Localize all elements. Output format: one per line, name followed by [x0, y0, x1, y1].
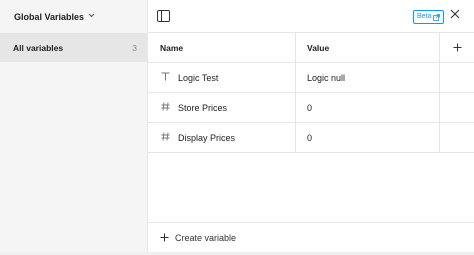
variable-name: Logic Test [178, 72, 219, 83]
table-row[interactable]: Store Prices 0 [148, 93, 474, 123]
table-row[interactable]: Display Prices 0 [148, 123, 474, 153]
variable-value: 0 [307, 132, 313, 143]
external-link-icon [433, 13, 441, 21]
variable-name: Display Prices [178, 132, 236, 143]
table-header-row: Name Value [148, 33, 474, 63]
beta-label: Beta [417, 13, 432, 20]
sidebar-item-all-variables[interactable]: All variables 3 [0, 33, 147, 62]
table-row[interactable]: Logic Test Logic null [148, 63, 474, 93]
variable-name: Store Prices [178, 102, 228, 113]
variables-table-panel: Beta Name Value Logic Test Logic null St… [148, 0, 474, 252]
toggle-sidebar-icon[interactable] [157, 10, 170, 22]
variable-count: 3 [132, 42, 137, 53]
variable-name-cell[interactable]: Logic Test [148, 63, 296, 92]
column-header-name[interactable]: Name [148, 33, 296, 62]
add-mode-button[interactable] [440, 33, 474, 62]
variable-name-cell[interactable]: Display Prices [148, 123, 296, 152]
create-variable-label: Create variable [175, 232, 237, 243]
number-icon [160, 131, 170, 144]
column-header-value[interactable]: Value [296, 33, 440, 62]
beta-badge[interactable]: Beta [413, 10, 445, 24]
variable-value-cell[interactable]: Logic null [296, 63, 440, 92]
collection-selector[interactable]: Global Variables [0, 0, 147, 33]
toolbar: Beta [148, 0, 474, 33]
variables-table: Name Value Logic Test Logic null Store P… [148, 33, 474, 153]
create-variable-button[interactable]: Create variable [148, 222, 474, 252]
variables-modal: Global Variables All variables 3 Beta Na… [0, 0, 474, 252]
plus-icon [453, 43, 461, 52]
close-icon[interactable] [448, 8, 462, 22]
chevron-down-icon [88, 11, 95, 20]
variable-value-cell[interactable]: 0 [296, 93, 440, 122]
collections-sidebar: Global Variables All variables 3 [0, 0, 148, 252]
sidebar-item-label: All variables [13, 42, 64, 53]
number-icon [160, 101, 170, 114]
text-icon [160, 72, 170, 84]
variable-value: 0 [307, 102, 313, 113]
plus-icon [160, 231, 169, 245]
variable-name-cell[interactable]: Store Prices [148, 93, 296, 122]
collection-title: Global Variables [14, 11, 85, 22]
variable-value-cell[interactable]: 0 [296, 123, 440, 152]
variable-value: Logic null [307, 72, 346, 83]
